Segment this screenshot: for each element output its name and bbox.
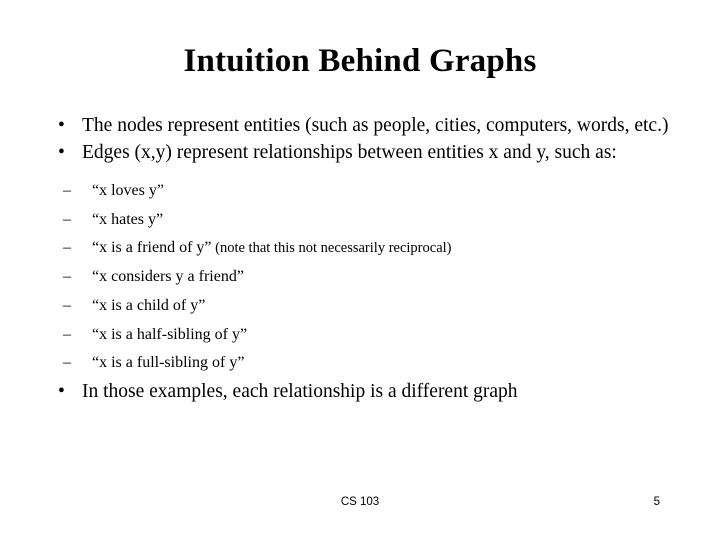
bullet-item-edges: • Edges (x,y) represent relationships be… [44,139,684,166]
bullet-marker-icon: • [58,380,65,402]
dash-marker-icon: – [63,325,71,343]
sub-bullet-item: – “x loves y” [63,177,684,206]
sub-bullet-text: “x considers y a friend” [92,268,244,286]
bullet-text: In those examples, each relationship is … [82,380,518,402]
bullet-item-nodes: • The nodes represent entities (such as … [44,112,684,139]
sub-bullet-text: “x is a half-sibling of y” [92,325,248,343]
sub-bullet-text: “x loves y” [92,182,164,199]
dash-marker-icon: – [63,296,71,314]
footer-page-number: 5 [653,496,660,508]
bullet-list-closing: • In those examples, each relationship i… [44,378,684,405]
sub-bullet-note: (note that this not necessarily reciproc… [211,240,452,257]
slide-body: • The nodes represent entities (such as … [44,112,684,405]
dash-marker-icon: – [63,239,71,257]
dash-marker-icon: – [63,354,71,372]
sub-bullet-text: “x is a full-sibling of y” [92,354,245,372]
bullet-list-level2: – “x loves y” – “x hates y” – “x is a fr… [44,177,684,378]
dash-marker-icon: – [63,210,71,228]
page-title: Intuition Behind Graphs [183,43,537,79]
sub-bullet-item: – “x is a full-sibling of y” [63,349,684,378]
dash-marker-icon: – [63,268,71,286]
sub-bullet-item: – “x is a friend of y” (note that this n… [63,234,684,263]
sub-bullet-text: “x is a friend of y” [92,239,212,257]
sub-bullet-text: “x hates y” [92,210,164,228]
sub-bullet-item: – “x hates y” [63,206,684,235]
bullet-marker-icon: • [58,115,65,136]
sub-bullet-text: “x is a child of y” [92,296,206,314]
bullet-text: The nodes represent entities (such as pe… [82,115,669,136]
slide: Intuition Behind Graphs • The nodes repr… [0,0,720,540]
sub-bullet-item: – “x is a half-sibling of y” [63,321,684,350]
bullet-text: Edges (x,y) represent relationships betw… [82,142,617,163]
sub-bullet-item: – “x is a child of y” [63,292,684,321]
bullet-marker-icon: • [58,142,65,163]
bullet-list-level1: • The nodes represent entities (such as … [44,112,684,166]
sub-bullet-item: – “x considers y a friend” [63,263,684,292]
bullet-item-summary: • In those examples, each relationship i… [44,378,684,405]
dash-marker-icon: – [63,182,71,199]
